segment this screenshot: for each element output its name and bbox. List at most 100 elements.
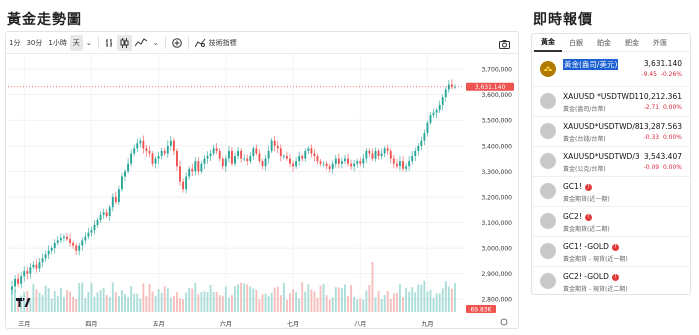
quote-subtitle: 黃金(台錢/台幣) bbox=[563, 136, 606, 143]
quote-row[interactable]: GC2!! 黃金期貨(近二期) bbox=[532, 207, 690, 237]
tab-silver[interactable]: 白銀 bbox=[562, 35, 590, 51]
toolbar-divider bbox=[164, 36, 166, 49]
interval-1d[interactable]: 天 bbox=[69, 34, 83, 51]
chart-settings-icon[interactable] bbox=[500, 318, 508, 326]
volume-bar bbox=[426, 291, 429, 312]
volume-bar bbox=[405, 287, 408, 312]
interval-1m[interactable]: 1分 bbox=[6, 35, 23, 51]
candle-body bbox=[340, 161, 343, 164]
tab-palladium[interactable]: 鈀金 bbox=[618, 35, 646, 51]
x-tick-label: 八月 bbox=[354, 321, 366, 328]
quote-row[interactable]: XAUUSD*USDTWD/8 黃金(台錢/台幣) 13,287.563 -0.… bbox=[532, 117, 690, 147]
candle-body bbox=[227, 150, 230, 159]
price-chart[interactable]: 3,700,000 3,600,000 3,500,000 3,400,000 3,30… bbox=[6, 54, 518, 328]
quote-row[interactable]: GC2! -GOLD! 黃金期貨 - 現貨(近二期) bbox=[532, 267, 690, 297]
x-tick-label: 九月 bbox=[421, 320, 433, 328]
volume-bar bbox=[72, 296, 75, 312]
candle-body bbox=[29, 267, 32, 274]
interval-30m[interactable]: 30分 bbox=[23, 35, 45, 51]
tab-platinum[interactable]: 鉑金 bbox=[590, 35, 618, 51]
candle-body bbox=[62, 236, 65, 238]
quote-name: GC1!! bbox=[563, 182, 592, 191]
volume-bar bbox=[62, 297, 65, 312]
toolbar-divider bbox=[97, 36, 99, 49]
toolbar-divider bbox=[187, 36, 189, 49]
volume-bar bbox=[41, 294, 44, 312]
volume-bar bbox=[90, 282, 93, 312]
candle-body bbox=[145, 148, 148, 151]
candle-body bbox=[206, 156, 209, 159]
screenshot-icon[interactable] bbox=[496, 36, 513, 52]
tab-forex[interactable]: 外匯 bbox=[646, 35, 674, 51]
volume-bar bbox=[380, 299, 383, 312]
quote-price: 13,287.563 bbox=[639, 122, 682, 131]
quotes-panel: 黃金 白銀 鉑金 鈀金 外匯 黃金(盎司/美元) 3,631.140 -9.45… bbox=[531, 33, 691, 295]
volume-bar bbox=[246, 284, 249, 312]
candle-body bbox=[258, 153, 261, 162]
volume-bar bbox=[319, 285, 322, 312]
volume-bar bbox=[389, 298, 392, 312]
quote-row[interactable]: XAUUSD*USDTWD/3 黃金(公克/台幣) 3,543.407 -0.0… bbox=[532, 147, 690, 177]
volume-bar bbox=[276, 286, 279, 312]
volume-bar bbox=[310, 289, 313, 312]
interval-dropdown-icon[interactable]: ⌄ bbox=[83, 35, 95, 51]
volume-bar bbox=[96, 292, 99, 312]
candle-body bbox=[66, 236, 68, 240]
volume-bar bbox=[447, 286, 450, 312]
volume-bar bbox=[273, 287, 276, 312]
x-tick-label: 七月 bbox=[287, 320, 299, 328]
area-chart-icon[interactable] bbox=[132, 35, 150, 51]
candle-body bbox=[371, 153, 374, 159]
volume-bar bbox=[304, 291, 307, 312]
tab-gold[interactable]: 黃金 bbox=[534, 34, 562, 52]
volume-bar bbox=[249, 286, 252, 312]
instrument-icon bbox=[540, 93, 556, 109]
y-tick-label: 3,000,000 bbox=[481, 246, 512, 253]
candle-body bbox=[368, 150, 371, 154]
quote-row[interactable]: GC1! -GOLD! 黃金期貨 - 現貨(近一期) bbox=[532, 237, 690, 267]
quote-row[interactable]: GC1!! 黃金期貨(近一期) bbox=[532, 177, 690, 207]
candle-body bbox=[347, 158, 349, 164]
volume-bar bbox=[435, 293, 438, 312]
y-tick-label: 3,500,000 bbox=[481, 118, 512, 125]
candle-body bbox=[84, 236, 87, 241]
quote-subtitle: 黃金期貨(近二期) bbox=[563, 226, 610, 233]
volume-bar bbox=[191, 288, 194, 312]
volume-bar bbox=[130, 286, 133, 312]
candle-body bbox=[96, 219, 99, 226]
quote-row[interactable]: XAUUSD *USDTWD 黃金(盎司/台幣) 110,212.361 -2.… bbox=[532, 87, 690, 117]
y-tick-label: 3,400,000 bbox=[481, 143, 512, 150]
candle-body bbox=[285, 156, 288, 159]
add-indicator-icon[interactable] bbox=[169, 35, 185, 51]
volume-bar bbox=[218, 295, 221, 312]
volume-bar bbox=[102, 287, 105, 312]
volume-bar bbox=[417, 284, 420, 312]
candle-body bbox=[224, 158, 227, 167]
x-tick-label: 四月 bbox=[85, 321, 97, 328]
volume-bar bbox=[81, 282, 84, 312]
volume-bar bbox=[50, 298, 53, 312]
quote-row[interactable]: 黃金(盎司/美元) 3,631.140 -9.45 -0.26% bbox=[532, 52, 690, 87]
quote-name: GC1! -GOLD! bbox=[563, 242, 619, 251]
interval-1h[interactable]: 1小時 bbox=[45, 35, 69, 51]
volume-bar bbox=[224, 286, 227, 312]
bar-style-icon[interactable] bbox=[102, 35, 117, 51]
quote-change: -0.09 0.00% bbox=[643, 164, 682, 171]
indicators-button[interactable]: 技術指標 bbox=[192, 35, 240, 51]
current-price-label: 3,631.140 bbox=[475, 84, 506, 91]
candle-body bbox=[243, 158, 246, 160]
volume-bar bbox=[87, 292, 90, 312]
candle-body bbox=[298, 156, 301, 162]
volume-bar bbox=[353, 296, 356, 312]
candle-body bbox=[215, 148, 218, 151]
candle-body bbox=[319, 161, 322, 164]
candles-icon[interactable] bbox=[116, 34, 132, 51]
candle-body bbox=[35, 264, 38, 269]
y-tick-label: 3,200,000 bbox=[481, 194, 512, 201]
candle-body bbox=[47, 250, 50, 255]
volume-bar bbox=[313, 291, 316, 312]
candle-body bbox=[328, 166, 331, 169]
volume-bar bbox=[237, 284, 240, 312]
more-chart-types-icon[interactable]: ⌄ bbox=[150, 35, 162, 51]
candle-body bbox=[359, 161, 362, 164]
